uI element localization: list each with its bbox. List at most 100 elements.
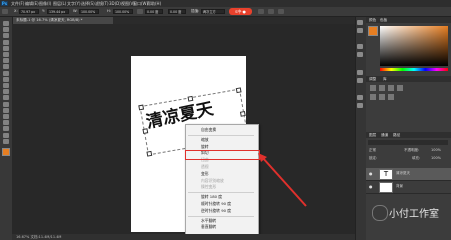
- blur-icon[interactable]: [3, 95, 9, 101]
- menu-item[interactable]: 图层(L): [53, 1, 66, 6]
- brush-panel-icon[interactable]: [357, 70, 363, 75]
- character-icon[interactable]: [357, 52, 363, 57]
- color-swatches[interactable]: [2, 148, 13, 159]
- eraser-icon[interactable]: [3, 83, 9, 88]
- eye-icon[interactable]: ●: [369, 184, 374, 189]
- tab-layers[interactable]: 图层: [369, 132, 376, 138]
- menu-item[interactable]: 文字(Y): [67, 1, 81, 6]
- stamp-icon[interactable]: [3, 70, 9, 76]
- crop-icon[interactable]: [3, 45, 9, 51]
- gradient-icon[interactable]: [3, 89, 9, 95]
- blend-mode-select[interactable]: 正常: [369, 148, 376, 153]
- angle-value: 0.00 度: [147, 10, 159, 14]
- properties-icon[interactable]: [357, 28, 363, 33]
- menu-item[interactable]: 文件(F): [11, 1, 24, 6]
- context-menu-item[interactable]: 逆时针旋转 90 度: [201, 208, 231, 214]
- layer-row[interactable]: ● T 清凉夏天: [366, 168, 451, 181]
- x-value: 70.97 px: [21, 10, 36, 14]
- context-menu-item[interactable]: 垂直翻转: [201, 224, 216, 230]
- y-value: 139.44 px: [49, 10, 66, 14]
- watermark-text: 小付工作室: [389, 209, 439, 220]
- tab-swatches[interactable]: 色板: [380, 17, 387, 23]
- text-layer-thumbnail-icon: T: [379, 169, 393, 180]
- context-menu-item[interactable]: 旋转: [201, 144, 209, 150]
- input-method-badge[interactable]: S中·●: [229, 8, 252, 15]
- transform-handle[interactable]: [146, 150, 153, 157]
- menu-item[interactable]: 3D(D): [109, 1, 121, 6]
- marquee-icon[interactable]: [3, 27, 9, 33]
- clone-source-icon[interactable]: [357, 78, 363, 83]
- tab-color[interactable]: 颜色: [369, 17, 376, 23]
- move-tool-icon[interactable]: [2, 9, 8, 14]
- tab-paths[interactable]: 路径: [393, 132, 400, 138]
- menu-item[interactable]: 编辑(E): [25, 1, 39, 6]
- menu-item[interactable]: 选择(S): [81, 1, 95, 6]
- type-icon[interactable]: [3, 114, 9, 119]
- highlight-box: [185, 150, 260, 160]
- opacity-value[interactable]: 100%: [431, 148, 441, 152]
- layer-row[interactable]: ● 背景: [366, 181, 451, 194]
- tab-libraries[interactable]: 库: [383, 76, 387, 82]
- context-menu-item[interactable]: 自由变换: [201, 127, 216, 133]
- context-menu-item[interactable]: 变形: [201, 171, 209, 177]
- adjustments-icon[interactable]: [357, 95, 363, 100]
- foreground-color-swatch[interactable]: [2, 148, 10, 156]
- menu-separator: [188, 215, 254, 217]
- menu-item[interactable]: 帮助(H): [147, 1, 161, 6]
- interpolation-label: 插值:: [191, 9, 200, 13]
- exposure-icon[interactable]: [397, 85, 403, 91]
- h-field[interactable]: 100.00%: [113, 9, 133, 14]
- color-panel-swatch[interactable]: [368, 26, 378, 36]
- hue-saturation-icon[interactable]: [379, 94, 385, 100]
- tab-channels[interactable]: 通道: [381, 132, 388, 138]
- brush-icon[interactable]: [3, 64, 9, 70]
- path-select-icon[interactable]: [3, 120, 9, 126]
- curves-icon[interactable]: [388, 85, 394, 91]
- shape-icon[interactable]: [3, 126, 9, 132]
- history-brush-icon[interactable]: [3, 76, 9, 82]
- fill-value[interactable]: 100%: [431, 156, 441, 160]
- vibrance-icon[interactable]: [370, 94, 376, 100]
- move-icon[interactable]: [3, 21, 9, 26]
- eye-icon[interactable]: ●: [369, 171, 374, 176]
- warp-toggle-icon[interactable]: [258, 9, 264, 14]
- context-menu-item[interactable]: 缩放: [201, 137, 209, 143]
- hand-icon[interactable]: [3, 132, 9, 138]
- dodge-icon[interactable]: [3, 101, 9, 107]
- menu-item[interactable]: 窗口(W): [133, 1, 148, 6]
- context-menu-item[interactable]: 顺时针旋转 90 度: [201, 201, 231, 207]
- styles-icon[interactable]: [357, 103, 363, 108]
- history-icon[interactable]: [357, 20, 363, 25]
- menu-item[interactable]: 图像(I): [39, 1, 51, 6]
- brightness-icon[interactable]: [370, 85, 376, 91]
- levels-icon[interactable]: [379, 85, 385, 91]
- zoom-icon[interactable]: [3, 138, 9, 144]
- tab-adjustments[interactable]: 调整: [369, 76, 376, 82]
- transform-handle[interactable]: [235, 87, 242, 94]
- lasso-icon[interactable]: [3, 33, 9, 39]
- y-label: Y:: [42, 9, 45, 13]
- x-field[interactable]: 70.97 px: [19, 9, 39, 14]
- cancel-transform-icon[interactable]: [268, 9, 274, 14]
- transform-handle[interactable]: [239, 111, 246, 117]
- commit-transform-icon[interactable]: [278, 9, 284, 14]
- angle-field[interactable]: 0.00 度: [145, 9, 163, 14]
- eyedropper-icon[interactable]: [3, 52, 9, 57]
- healing-icon[interactable]: [3, 58, 9, 64]
- hue-slider[interactable]: [380, 68, 448, 71]
- menu-item[interactable]: 滤镜(T): [95, 1, 109, 6]
- document-tab[interactable]: 未标题-1 @ 16.7% (清凉夏天, RGB/8) *: [13, 17, 113, 24]
- w-field[interactable]: 100.00%: [79, 9, 99, 14]
- color-picker-field[interactable]: [380, 26, 448, 66]
- y-field[interactable]: 139.44 px: [47, 9, 69, 14]
- color-balance-icon[interactable]: [388, 94, 394, 100]
- paragraph-icon[interactable]: [357, 44, 363, 49]
- context-menu-item[interactable]: 旋转 180 度: [201, 194, 222, 200]
- menu-separator: [188, 192, 254, 194]
- context-menu-item[interactable]: 水平翻转: [201, 218, 216, 224]
- layer-filter[interactable]: [368, 140, 448, 145]
- interpolation-select[interactable]: 两次立方: [201, 9, 225, 14]
- skew-field[interactable]: 0.00 度: [168, 9, 186, 14]
- pen-icon[interactable]: [3, 107, 9, 113]
- quick-select-icon[interactable]: [3, 39, 9, 45]
